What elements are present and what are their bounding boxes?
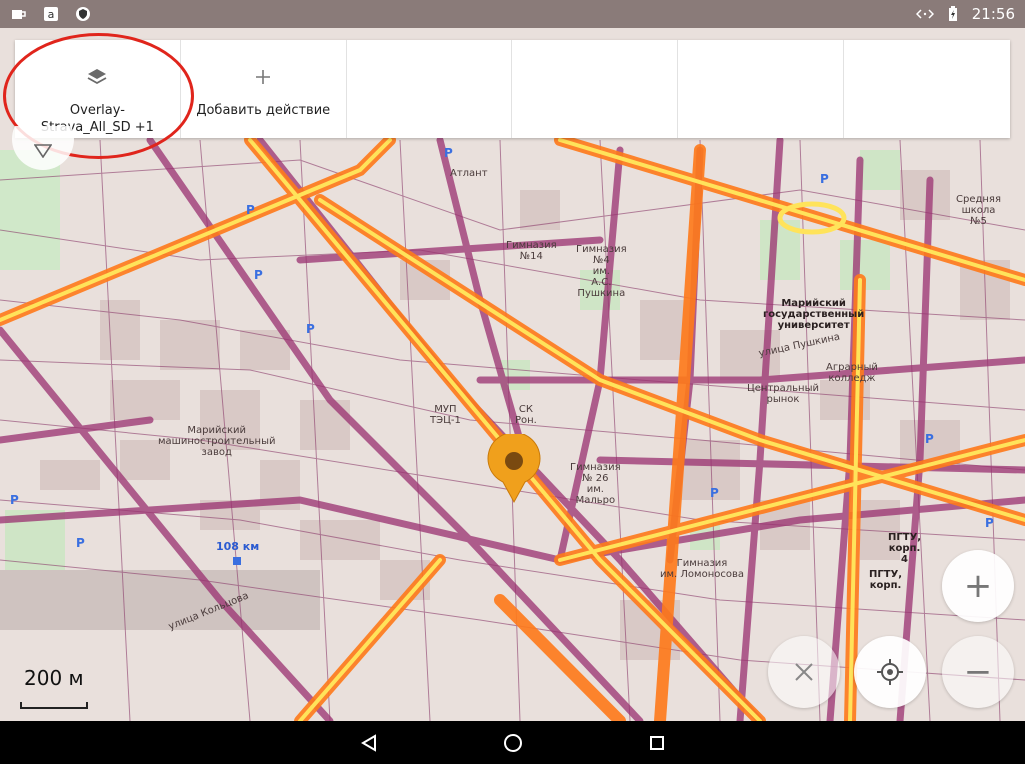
map-label: Гимназия № 26 им. Мальро bbox=[570, 462, 621, 506]
coffee-icon bbox=[10, 6, 28, 22]
map-label: Средняя школа №5 bbox=[956, 194, 1001, 227]
vpn-shield-icon bbox=[74, 6, 92, 22]
map-label: Марийский машиностроительный завод bbox=[158, 425, 276, 458]
parking-icon: P bbox=[306, 322, 315, 336]
parking-icon: P bbox=[820, 172, 829, 186]
home-button[interactable] bbox=[501, 731, 525, 755]
map-label: Аграрный колледж bbox=[826, 362, 878, 384]
compass-icon bbox=[12, 126, 74, 170]
system-nav-bar bbox=[0, 721, 1025, 764]
my-location-button[interactable] bbox=[854, 636, 926, 708]
my-location-icon bbox=[877, 659, 903, 685]
qa-empty-slot[interactable] bbox=[512, 40, 679, 138]
distance-label: 108 км bbox=[216, 540, 260, 553]
plus-icon bbox=[255, 66, 271, 88]
close-icon bbox=[795, 663, 813, 681]
back-button[interactable] bbox=[357, 731, 381, 755]
back-icon bbox=[360, 733, 376, 752]
clock: 21:56 bbox=[971, 5, 1015, 23]
qa-empty-slot[interactable] bbox=[678, 40, 845, 138]
parking-icon: P bbox=[925, 432, 934, 446]
parking-icon: P bbox=[76, 536, 85, 550]
qa-add-action-button[interactable]: Добавить действие bbox=[181, 40, 347, 138]
zoom-in-icon: + bbox=[963, 566, 993, 606]
scale-bar bbox=[20, 702, 88, 709]
map-label: Марийский государственный университет bbox=[763, 298, 865, 331]
map-label: СК Рон. bbox=[515, 404, 537, 426]
home-icon bbox=[503, 733, 522, 752]
compass-button[interactable] bbox=[12, 126, 74, 172]
recents-icon bbox=[649, 735, 664, 750]
qa-add-action-label: Добавить действие bbox=[196, 103, 331, 118]
map-label: Атлант bbox=[450, 168, 488, 179]
zoom-out-icon: − bbox=[963, 652, 993, 692]
location-pin-icon[interactable] bbox=[487, 434, 541, 504]
parking-icon: P bbox=[246, 203, 255, 217]
parking-icon: P bbox=[10, 493, 19, 507]
qa-empty-slot[interactable] bbox=[347, 40, 513, 138]
qa-empty-slot[interactable] bbox=[844, 40, 1010, 138]
parking-icon: P bbox=[710, 486, 719, 500]
parking-icon: P bbox=[444, 146, 453, 160]
zoom-in-button[interactable]: + bbox=[942, 550, 1014, 622]
qa-overlay-button[interactable]: Overlay- Strava_All_SD +1 bbox=[15, 40, 181, 138]
recents-button[interactable] bbox=[645, 731, 669, 755]
status-bar: a 21:56 bbox=[0, 0, 1025, 28]
amazon-icon: a bbox=[42, 6, 60, 22]
map-label: Центральный рынок bbox=[747, 383, 819, 405]
battery-icon bbox=[944, 6, 962, 22]
zoom-out-button[interactable]: − bbox=[942, 636, 1014, 708]
parking-icon: P bbox=[985, 516, 994, 530]
parking-icon: P bbox=[254, 268, 263, 282]
map-label: Гимназия №4 им. А.С. Пушкина bbox=[576, 244, 627, 299]
map-label: МУП ТЭЦ-1 bbox=[430, 404, 461, 426]
quick-action-bar: Overlay- Strava_All_SD +1 Добавить дейст… bbox=[15, 40, 1010, 138]
map-label: ПГТУ, корп. 4 bbox=[888, 532, 922, 565]
code-arrows-icon bbox=[915, 6, 934, 22]
map-label: Гимназия им. Ломоносова bbox=[660, 558, 744, 580]
map-scale: 200 м bbox=[20, 666, 100, 712]
map-label: ПГТУ, корп. bbox=[869, 569, 903, 591]
svg-text:a: a bbox=[48, 8, 55, 21]
close-button[interactable] bbox=[768, 636, 840, 708]
map-label: Гимназия №14 bbox=[506, 240, 557, 262]
layers-icon bbox=[86, 66, 108, 88]
scale-label: 200 м bbox=[24, 666, 84, 690]
